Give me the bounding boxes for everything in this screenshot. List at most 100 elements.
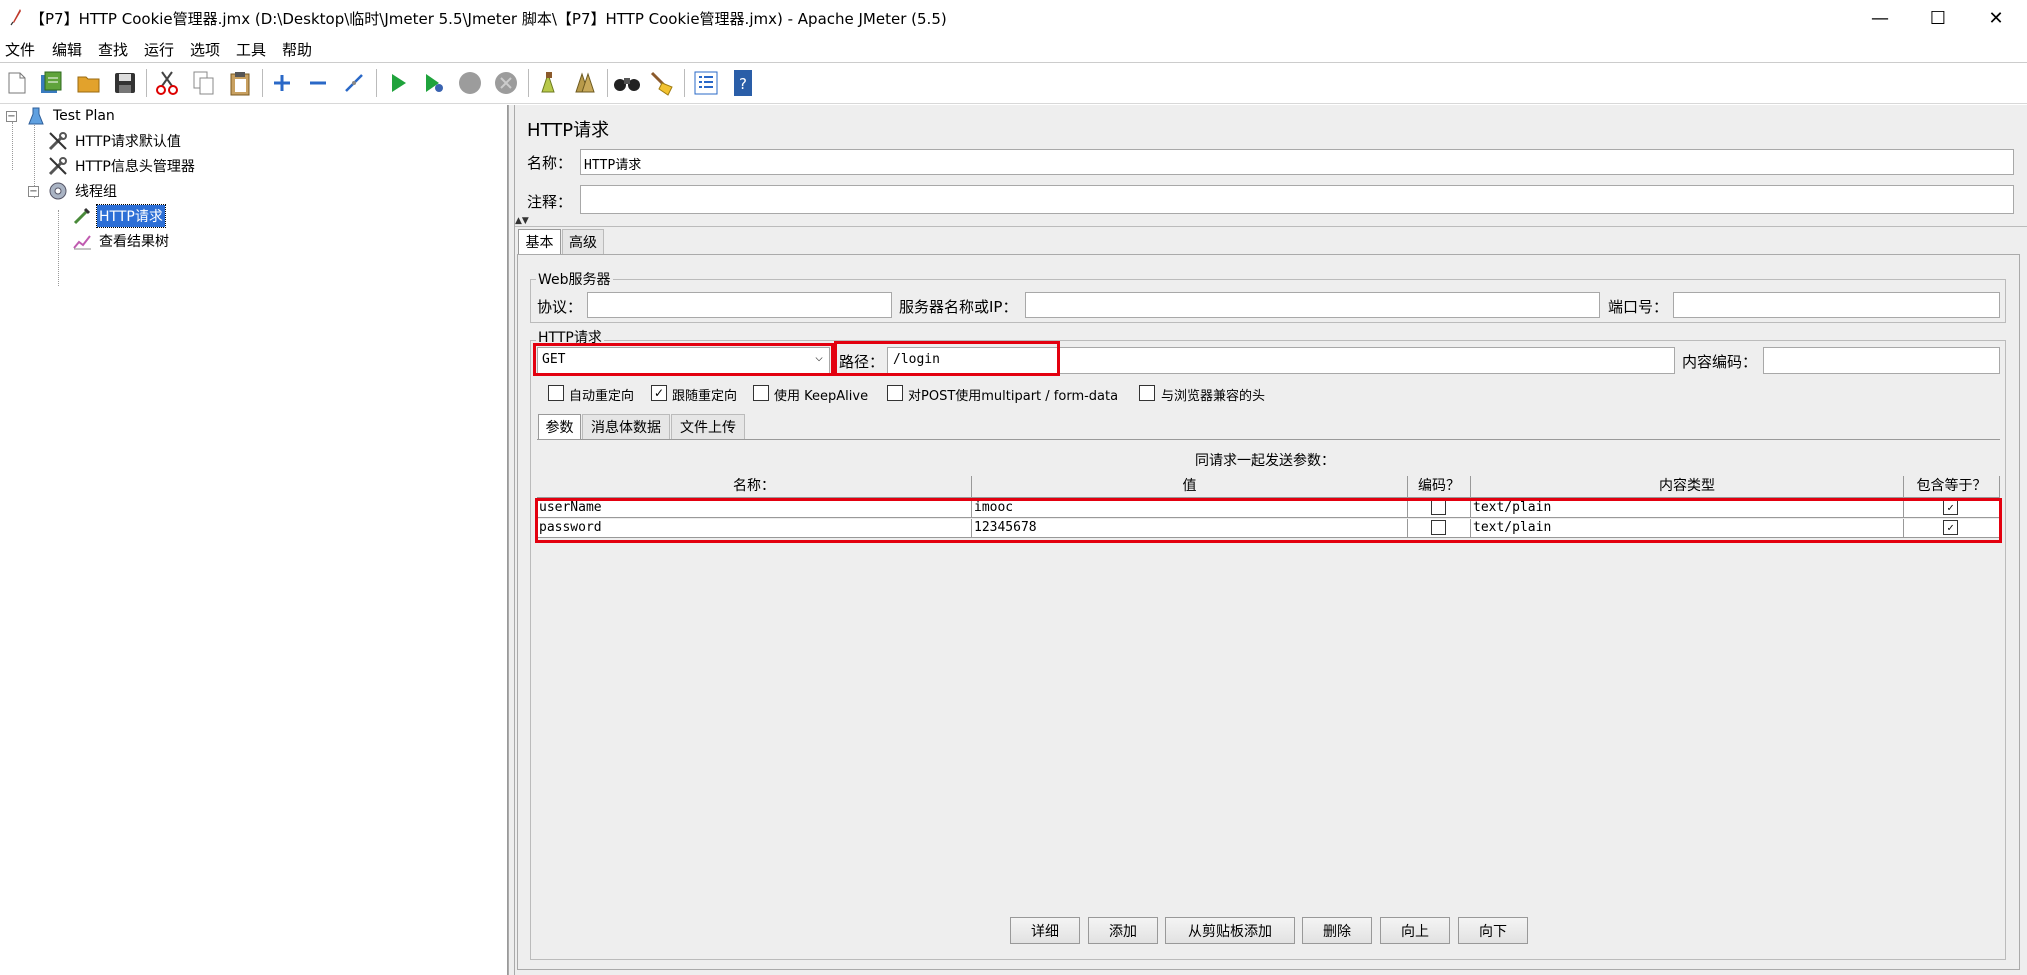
- param-encode-cell[interactable]: [1408, 519, 1471, 538]
- menu-file[interactable]: 文件: [5, 39, 35, 60]
- new-icon[interactable]: [3, 69, 31, 97]
- expand-icon[interactable]: [268, 69, 296, 97]
- protocol-field[interactable]: [587, 292, 892, 318]
- comment-label: 注释：: [527, 193, 573, 211]
- add-button[interactable]: 添加: [1088, 917, 1158, 944]
- include-equals-checkbox[interactable]: ✓: [1943, 520, 1958, 535]
- param-content-type-cell[interactable]: text/plain: [1471, 519, 1904, 538]
- param-value-cell[interactable]: imooc: [972, 499, 1408, 518]
- test-plan-tree: − Test Plan HTTP请求默认值 HTTP信息头管理器 − 线程组 H…: [0, 105, 508, 975]
- title-bar: 【P7】HTTP Cookie管理器.jmx (D:\Desktop\临时\Jm…: [0, 0, 2027, 36]
- column-header-value[interactable]: 值: [972, 476, 1408, 498]
- shutdown-icon[interactable]: [492, 69, 520, 97]
- clear-icon[interactable]: [535, 69, 563, 97]
- include-equals-checkbox[interactable]: ✓: [1943, 500, 1958, 515]
- tab-body-data[interactable]: 消息体数据: [582, 414, 670, 439]
- minimize-icon: —: [1871, 7, 1889, 29]
- auto-redirect-checkbox[interactable]: [548, 385, 564, 401]
- toggle-icon[interactable]: [340, 69, 368, 97]
- detail-button[interactable]: 详细: [1010, 917, 1080, 944]
- tree-item-http-request[interactable]: HTTP请求: [70, 204, 166, 228]
- cut-icon[interactable]: [153, 69, 181, 97]
- http-request-legend: HTTP请求: [536, 327, 604, 347]
- maximize-button[interactable]: ☐: [1909, 0, 1967, 36]
- keepalive-checkbox[interactable]: [753, 385, 769, 401]
- stop-icon[interactable]: [456, 69, 484, 97]
- multipart-checkbox[interactable]: [887, 385, 903, 401]
- menu-options[interactable]: 选项: [190, 39, 220, 60]
- web-server-legend: Web服务器: [536, 269, 613, 289]
- tree-item-results-tree[interactable]: 查看结果树: [70, 230, 171, 252]
- minimize-button[interactable]: —: [1851, 0, 1909, 36]
- templates-icon[interactable]: [37, 69, 65, 97]
- param-name-cell[interactable]: password: [537, 519, 972, 538]
- server-field[interactable]: [1025, 292, 1600, 318]
- move-down-button[interactable]: 向下: [1458, 917, 1528, 944]
- paste-icon[interactable]: [226, 69, 254, 97]
- help-icon[interactable]: ?: [729, 69, 757, 97]
- tab-advanced[interactable]: 高级: [562, 229, 604, 254]
- split-arrows-icon[interactable]: ▲▼: [515, 216, 529, 226]
- encode-checkbox[interactable]: [1431, 520, 1446, 535]
- follow-redirect-checkbox[interactable]: ✓: [651, 385, 667, 401]
- search-icon[interactable]: [613, 69, 641, 97]
- protocol-label: 协议：: [537, 298, 583, 316]
- menu-tools[interactable]: 工具: [236, 39, 266, 60]
- tree-item-http-defaults[interactable]: HTTP请求默认值: [46, 130, 183, 152]
- open-icon[interactable]: [75, 69, 103, 97]
- test-plan-icon: [24, 105, 48, 127]
- encode-checkbox[interactable]: [1431, 500, 1446, 515]
- start-no-pause-icon[interactable]: [420, 69, 448, 97]
- tree-collapse-toggle[interactable]: −: [6, 111, 17, 122]
- clear-all-icon[interactable]: [571, 69, 599, 97]
- move-up-button[interactable]: 向上: [1380, 917, 1450, 944]
- delete-button[interactable]: 删除: [1302, 917, 1372, 944]
- tab-parameters[interactable]: 参数: [538, 414, 581, 439]
- tab-basic[interactable]: 基本: [518, 229, 561, 254]
- tree-collapse-toggle[interactable]: −: [28, 186, 39, 197]
- port-label: 端口号：: [1608, 298, 1669, 316]
- param-value-cell[interactable]: 12345678: [972, 519, 1408, 538]
- tab-file-upload[interactable]: 文件上传: [671, 414, 745, 439]
- name-label: 名称：: [527, 154, 573, 172]
- column-header-include-equals[interactable]: 包含等于？: [1904, 476, 2000, 498]
- param-name-cell[interactable]: userName: [537, 499, 972, 518]
- menu-edit[interactable]: 编辑: [52, 39, 82, 60]
- tree-item-test-plan[interactable]: Test Plan: [24, 105, 117, 127]
- comment-field[interactable]: [580, 185, 2014, 214]
- tree-item-thread-group[interactable]: 线程组: [46, 180, 119, 202]
- split-pane-divider[interactable]: [508, 105, 515, 975]
- tree-line: [58, 210, 59, 286]
- param-include-equals-cell[interactable]: ✓: [1904, 499, 2000, 518]
- auto-redirect-label: 自动重定向: [569, 389, 635, 404]
- function-helper-icon[interactable]: [692, 69, 720, 97]
- wrench-icon: [46, 155, 70, 177]
- encoding-label: 内容编码：: [1682, 353, 1758, 371]
- param-include-equals-cell[interactable]: ✓: [1904, 519, 2000, 538]
- column-header-name[interactable]: 名称：: [537, 476, 972, 498]
- window-title: 【P7】HTTP Cookie管理器.jmx (D:\Desktop\临时\Jm…: [30, 10, 947, 28]
- copy-icon[interactable]: [190, 69, 218, 97]
- menu-help[interactable]: 帮助: [282, 39, 312, 60]
- encoding-field[interactable]: [1763, 347, 2000, 374]
- reset-search-icon[interactable]: [648, 69, 676, 97]
- close-window-button[interactable]: ✕: [1967, 0, 2025, 36]
- browser-headers-checkbox[interactable]: [1139, 385, 1155, 401]
- menu-search[interactable]: 查找: [98, 39, 128, 60]
- port-field[interactable]: [1673, 292, 2000, 318]
- save-icon[interactable]: [111, 69, 139, 97]
- method-select[interactable]: GET ⌵: [537, 347, 830, 374]
- name-field[interactable]: HTTP请求: [580, 149, 2014, 175]
- add-from-clipboard-button[interactable]: 从剪贴板添加: [1165, 917, 1295, 944]
- param-encode-cell[interactable]: [1408, 499, 1471, 518]
- path-field[interactable]: /login: [887, 347, 1675, 374]
- svg-text:?: ?: [739, 75, 747, 93]
- collapse-icon[interactable]: [304, 69, 332, 97]
- jmeter-window: 【P7】HTTP Cookie管理器.jmx (D:\Desktop\临时\Jm…: [0, 0, 2027, 975]
- column-header-content-type[interactable]: 内容类型: [1471, 476, 1904, 498]
- tree-item-header-manager[interactable]: HTTP信息头管理器: [46, 155, 197, 177]
- column-header-encode[interactable]: 编码？: [1408, 476, 1471, 498]
- start-icon[interactable]: [384, 69, 412, 97]
- param-content-type-cell[interactable]: text/plain: [1471, 499, 1904, 518]
- menu-run[interactable]: 运行: [144, 39, 174, 60]
